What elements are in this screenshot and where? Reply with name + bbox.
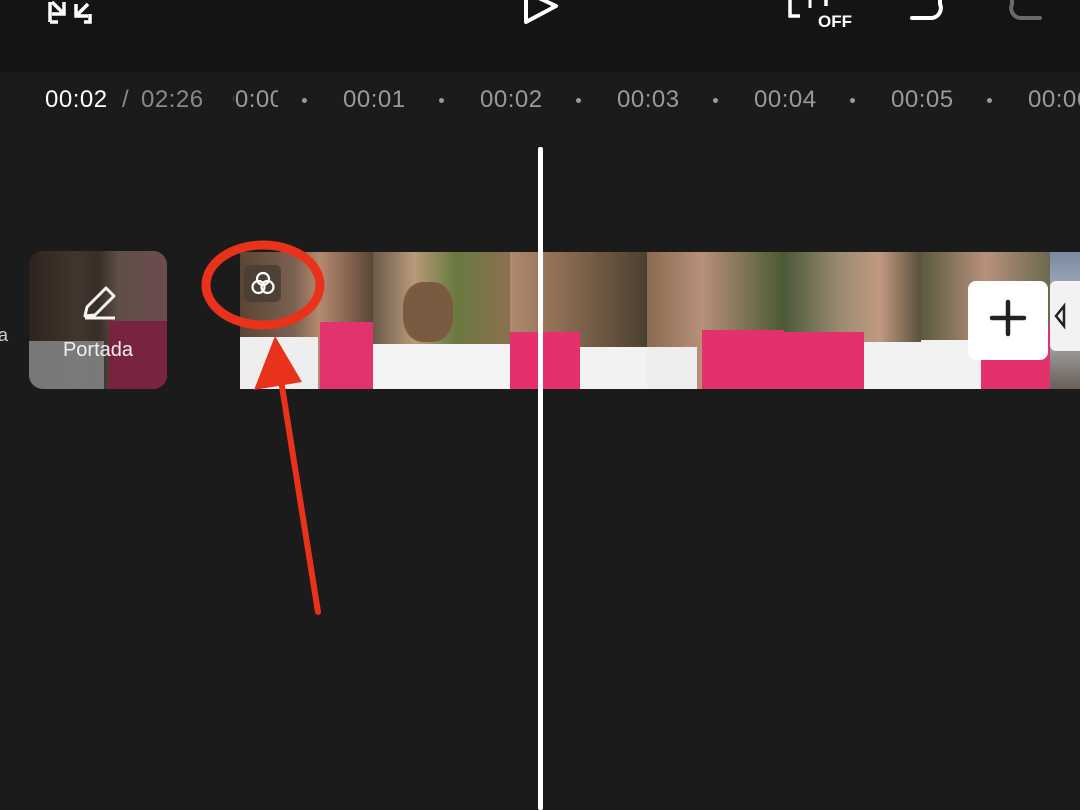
clip-trim-handle[interactable]	[1050, 281, 1080, 351]
annotation-arrow-shaft	[278, 377, 321, 615]
time-ruler[interactable]: 00:00 00:01 00:02 00:03 00:04 00:05 00:0…	[0, 86, 1080, 116]
ruler-dot	[987, 98, 992, 103]
hdr-off-label: OFF	[818, 12, 852, 31]
pencil-icon	[79, 283, 119, 323]
add-clip-button[interactable]	[968, 281, 1048, 360]
ruler-tick-label: 00:06	[1028, 86, 1080, 113]
ruler-tick-label: 00:01	[343, 86, 406, 113]
cover-label: Portada	[62, 339, 134, 361]
ruler-tick-label: 00:03	[617, 86, 680, 113]
ruler-dot	[439, 98, 444, 103]
undo-icon[interactable]	[906, 0, 946, 24]
ruler-dot	[576, 98, 581, 103]
cover-thumbnail[interactable]: Portada	[29, 251, 167, 389]
ruler-tick-label: 00:00	[233, 86, 278, 113]
fullscreen-exit-icon[interactable]	[48, 0, 92, 26]
clip-frame	[373, 252, 510, 389]
redo-icon[interactable]	[1002, 0, 1044, 24]
ruler-dot	[302, 98, 307, 103]
clip-frame	[510, 252, 647, 389]
clip-frame	[647, 252, 784, 389]
top-toolbar: OFF	[0, 0, 1080, 72]
ruler-tick-label: 00:02	[480, 86, 543, 113]
ruler-tick-label: 00:05	[891, 86, 954, 113]
ruler-dot	[850, 98, 855, 103]
plus-icon	[988, 298, 1028, 343]
hdr-off-icon[interactable]: OFF	[786, 0, 852, 34]
filter-icon[interactable]	[244, 265, 281, 302]
track-side-label: a	[0, 325, 9, 345]
playhead[interactable]	[538, 147, 543, 810]
video-clip-track[interactable]	[240, 252, 1050, 389]
ruler-dot	[713, 98, 718, 103]
clip-frame	[784, 252, 921, 389]
play-icon[interactable]	[520, 0, 562, 26]
ruler-tick-label: 00:04	[754, 86, 817, 113]
